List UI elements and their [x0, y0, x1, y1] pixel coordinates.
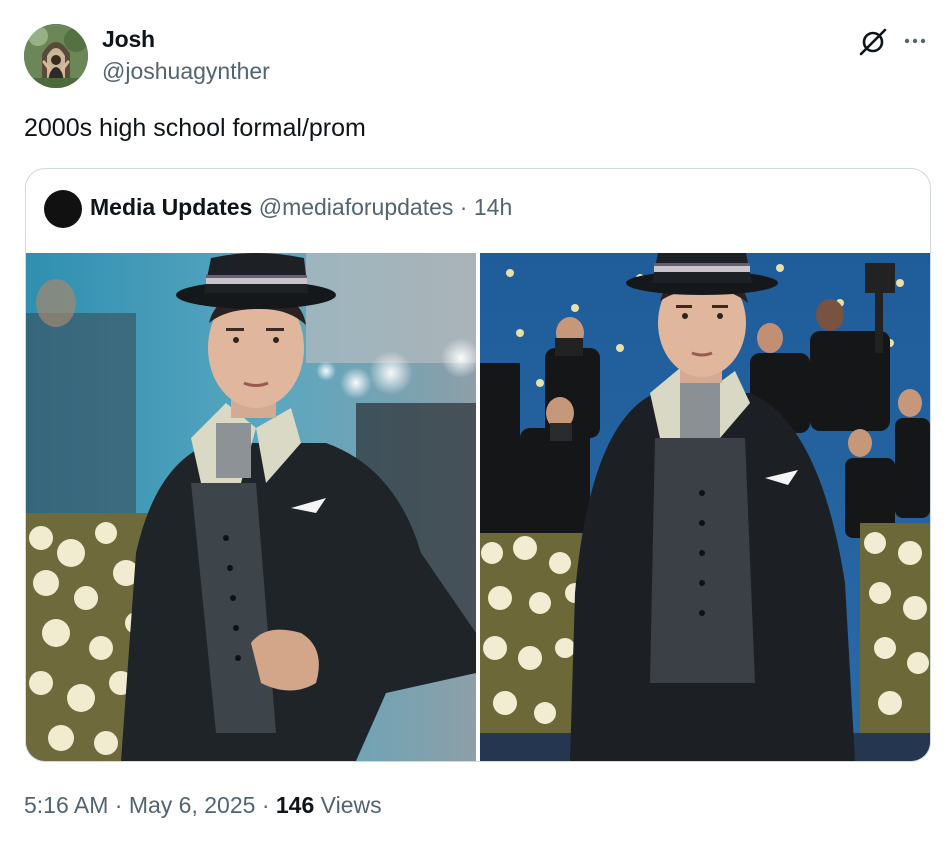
quoted-author-handle[interactable]: @mediaforupdates [259, 194, 454, 220]
views-label: Views [320, 792, 382, 818]
quoted-media-grid [26, 253, 930, 761]
grok-icon[interactable] [856, 24, 890, 58]
media-photo-1[interactable] [26, 253, 476, 761]
author-name[interactable]: Josh [102, 26, 155, 53]
quoted-tweet[interactable]: Media Updates @mediaforupdates · 14h [25, 168, 931, 762]
tweet-timestamp[interactable]: 5:16 AM [24, 792, 108, 818]
quoted-separator: · [459, 194, 468, 220]
tweet: Josh @joshuagynther 2000s high school fo… [0, 0, 948, 842]
quoted-author-avatar[interactable] [44, 190, 82, 228]
author-avatar[interactable] [24, 24, 88, 88]
views-count: 146 [275, 792, 315, 818]
avatar-image [24, 24, 88, 88]
more-icon[interactable] [898, 24, 932, 58]
quoted-tweet-header: Media Updates @mediaforupdates · 14h [90, 194, 512, 221]
media-photo-2[interactable] [480, 253, 930, 761]
quoted-timestamp[interactable]: 14h [474, 194, 512, 220]
tweet-date[interactable]: May 6, 2025 [129, 792, 256, 818]
quoted-author-name[interactable]: Media Updates [90, 194, 252, 220]
tweet-text: 2000s high school formal/prom [24, 114, 366, 142]
tweet-footer: 5:16 AM · May 6, 2025 · 146 Views [24, 792, 382, 819]
author-handle[interactable]: @joshuagynther [102, 58, 270, 85]
footer-separator: · [261, 792, 270, 818]
footer-separator: · [114, 792, 123, 818]
